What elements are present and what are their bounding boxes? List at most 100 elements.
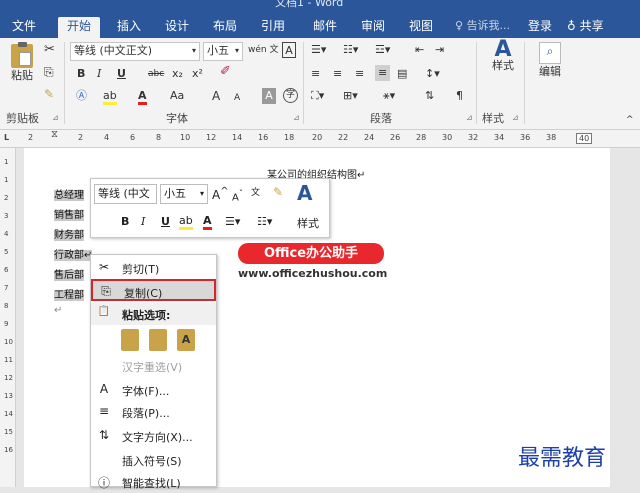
chinese-layout-icon[interactable]: ⚹▾ [383,88,395,104]
menu-item-insert-symbol[interactable]: 插入符号(S) [91,449,216,471]
bullets-icon[interactable]: ☰▾ [311,42,326,58]
highlighter-icon[interactable]: ab [179,214,193,230]
shrink-font-button[interactable]: A [234,90,240,106]
grow-font-icon[interactable]: A^ [212,186,229,202]
menu-item-text-direction[interactable]: ⇅ 文字方向(X)... [91,425,216,447]
horizontal-ruler[interactable]: L 2 ⧖ 2 4 6 8 10 12 14 16 18 20 22 24 26… [0,129,640,148]
dept-line[interactable]: 售后部 [54,266,84,281]
font-color-icon[interactable]: A [203,214,212,230]
borders-icon[interactable]: ⊞▾ [343,88,358,104]
clear-format-icon[interactable]: ✐ [220,64,231,80]
indent-marker-icon[interactable]: ⧖ [51,129,58,140]
underline-button[interactable]: U [117,66,126,82]
tab-layout[interactable]: 布局 [206,17,244,38]
format-painter-icon[interactable]: ✎ [273,185,283,199]
tell-me-box[interactable]: ♀ 告诉我... [455,17,510,33]
tab-file[interactable]: 文件 [8,17,40,38]
ruler-tick: 24 [364,133,375,142]
multilevel-list-icon[interactable]: ☲▾ [375,42,390,58]
login-button[interactable]: 登录 [528,17,552,34]
menu-item-smart-lookup[interactable]: ⓘ 智能查找(L) [91,471,216,493]
mini-font-name-select[interactable]: 等线 (中文 [94,184,157,204]
ruler-tick: 1 [4,158,9,166]
styles-icon[interactable]: A [297,181,312,205]
editing-button[interactable]: ⌕ 编辑 [533,42,567,80]
share-button[interactable]: ♁ 共享 [567,17,604,34]
font-size-select[interactable]: 小五 ▾ [203,42,243,61]
dept-line[interactable]: 工程部 [54,286,84,301]
line-spacing-icon[interactable]: ↕▾ [425,66,440,82]
ruler-tick: 6 [130,133,136,142]
distributed-icon[interactable]: ▤ [397,66,407,82]
dept-line[interactable]: 行政部↵ [54,246,93,261]
menu-item-font[interactable]: A 字体(F)... [91,379,216,401]
dept-line[interactable]: 财务部 [54,226,84,241]
format-painter-icon[interactable]: ✎ [44,86,54,102]
align-right-icon[interactable]: ≡ [355,66,364,82]
tab-selector-icon[interactable]: L [4,133,9,142]
clipboard-launcher-icon[interactable]: ⊿ [52,110,59,126]
decrease-indent-icon[interactable]: ⇤ [415,42,424,58]
char-shading-button[interactable]: A [262,88,276,104]
tab-design[interactable]: 设计 [158,17,196,38]
align-left-icon[interactable]: ≡ [311,66,320,82]
styles-launcher-icon[interactable]: ⊿ [512,110,519,126]
paste-text-only-icon[interactable]: A [177,329,195,351]
sort-icon[interactable]: ⇅ [425,88,434,104]
mini-styles-label[interactable]: 样式 [297,215,319,231]
increase-indent-icon[interactable]: ⇥ [435,42,444,58]
tab-view[interactable]: 视图 [402,17,440,38]
highlight-button[interactable]: ab [103,88,117,105]
dept-line[interactable]: 销售部 [54,206,84,221]
text-effects-icon[interactable]: Ⓐ [76,88,87,104]
vertical-ruler[interactable]: 1 1 2 3 4 5 6 7 8 9 10 11 12 13 14 15 16 [0,148,16,487]
font-name-select[interactable]: 等线 (中文正文) ▾ [70,42,200,61]
cut-icon[interactable]: ✂ [44,42,55,58]
change-case-button[interactable]: Aa [170,88,184,104]
menu-item-reconvert[interactable]: 汉字重选(V) [91,355,216,377]
show-marks-icon[interactable]: ¶ [456,88,463,104]
menu-item-label: 插入符号(S) [122,455,182,468]
copy-icon[interactable]: ⎘ [44,64,54,80]
char-border-button[interactable]: A [282,42,296,58]
collapse-ribbon-icon[interactable]: ^ [626,112,634,128]
mini-underline-button[interactable]: U [161,215,170,228]
grow-font-button[interactable]: A [212,88,220,104]
copy-icon: ⎘ [101,284,111,298]
tab-home[interactable]: 开始 [58,17,100,38]
paste-merge-format-icon[interactable] [149,329,167,351]
numbering-icon[interactable]: ☷▾ [343,42,358,58]
menu-item-cut[interactable]: ✂ 剪切(T) [91,257,216,279]
font-color-button[interactable]: A [138,88,147,105]
paste-button[interactable]: 粘贴 [8,42,36,84]
mini-font-size-select[interactable]: 小五 ▾ [160,184,208,204]
shrink-font-icon[interactable]: Aˇ [232,188,243,203]
font-launcher-icon[interactable]: ⊿ [293,110,300,126]
tab-insert[interactable]: 插入 [110,17,148,38]
paste-keep-format-icon[interactable] [121,329,139,351]
mini-italic-button[interactable]: I [141,215,145,228]
justify-icon[interactable]: ≡ [375,65,391,81]
phonetic-guide-button[interactable]: wén 文 [248,42,278,58]
phonetic-icon[interactable]: 文 [251,185,260,198]
numbering-icon[interactable]: ☷▾ [257,215,272,228]
bold-button[interactable]: B [77,66,85,82]
align-center-icon[interactable]: ≡ [333,66,342,82]
superscript-button[interactable]: x² [192,66,203,82]
ruler-tick: 6 [4,266,9,274]
tab-references[interactable]: 引用 [254,17,292,38]
shading-icon[interactable]: ⛶▾ [311,88,324,104]
italic-button[interactable]: I [97,66,101,82]
menu-item-paragraph[interactable]: ≡ 段落(P)... [91,401,216,423]
menu-item-copy[interactable]: ⎘ 复制(C) [91,279,216,301]
tab-mailings[interactable]: 邮件 [306,17,344,38]
bullets-icon[interactable]: ☰▾ [225,215,240,228]
enclose-chars-button[interactable]: 字 [283,88,298,103]
tab-review[interactable]: 审阅 [354,17,392,38]
subscript-button[interactable]: x₂ [172,66,183,82]
dept-line[interactable]: 总经理 [54,186,84,201]
mini-bold-button[interactable]: B [121,215,129,228]
styles-button[interactable]: A 样式 [486,39,520,74]
paragraph-launcher-icon[interactable]: ⊿ [466,110,473,126]
strikethrough-button[interactable]: abc [148,66,164,82]
